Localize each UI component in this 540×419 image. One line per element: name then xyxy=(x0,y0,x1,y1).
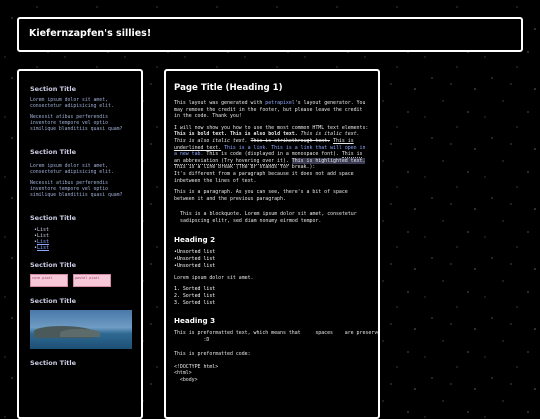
sidebar-list-link[interactable]: List xyxy=(37,245,49,251)
main-content: Page Title (Heading 1) This layout was g… xyxy=(164,69,380,419)
pixel-buttons: cute pixel pastel pixel xyxy=(30,274,130,287)
sidebar-section-title: Section Title xyxy=(30,261,77,269)
list-item: 3. Sorted list xyxy=(174,300,216,307)
sidebar-section-title: Section Title xyxy=(30,359,77,367)
sidebar-section-title: Section Title xyxy=(30,85,77,93)
intro-paragraph: This layout was generated with petrapixe… xyxy=(174,100,366,120)
list-item: Unsorted list xyxy=(174,249,370,256)
lorem-paragraph: Lorem ipsum dolor sit amet. xyxy=(174,274,254,281)
sidebar-paragraph: Lorem ipsum dolor sit amet, consectetur … xyxy=(30,164,114,175)
sidebar: Section Title Lorem ipsum dolor sit amet… xyxy=(17,69,143,419)
unsorted-list: Unsorted list Unsorted list Unsorted lis… xyxy=(174,249,370,270)
paragraph-example: This is a paragraph. As you can see, the… xyxy=(174,189,348,202)
heading-2: Heading 2 xyxy=(174,234,216,244)
sidebar-paragraph: Necessit atibus perferendis inventore te… xyxy=(30,115,123,132)
sidebar-list: List List List List xyxy=(34,227,130,251)
blockquote: This is a blockquote. Lorem ipsum dolor … xyxy=(180,211,357,224)
pixel-button[interactable]: pastel pixel xyxy=(73,274,111,287)
petrapixel-link[interactable]: petrapixel xyxy=(265,100,294,106)
preformatted-text: This is preformatted text, which means t… xyxy=(174,330,380,343)
list-item: 1. Sorted list xyxy=(174,286,216,293)
landscape-image xyxy=(30,310,132,349)
sidebar-section-title: Section Title xyxy=(30,297,77,305)
list-item: Unsorted list xyxy=(174,256,370,263)
page-title: Page Title (Heading 1) xyxy=(174,83,283,93)
heading-3: Heading 3 xyxy=(174,316,216,326)
sorted-list: 1. Sorted list 2. Sorted list 3. Sorted … xyxy=(174,286,370,307)
list-item: 2. Sorted list xyxy=(174,293,216,300)
sidebar-section-title: Section Title xyxy=(30,148,77,156)
preformatted-label: This is preformatted code: xyxy=(174,351,251,358)
sidebar-paragraph: Lorem ipsum dolor sit amet, consectetur … xyxy=(30,98,114,109)
site-header: Kiefernzapfen's sillies! xyxy=(17,17,523,52)
sidebar-paragraph: Necessit atibus perferendis inventore te… xyxy=(30,181,123,198)
sidebar-section-title: Section Title xyxy=(30,214,77,222)
pixel-button[interactable]: cute pixel xyxy=(30,274,68,287)
list-item: Unsorted list xyxy=(174,263,370,270)
text-link[interactable]: This is a link. xyxy=(224,145,268,151)
code-block: <!DOCTYPE html> <html> <body> xyxy=(174,363,219,384)
site-title: Kiefernzapfen's sillies! xyxy=(29,28,152,39)
elements-paragraph: I will now show you how to use the most … xyxy=(174,124,369,184)
